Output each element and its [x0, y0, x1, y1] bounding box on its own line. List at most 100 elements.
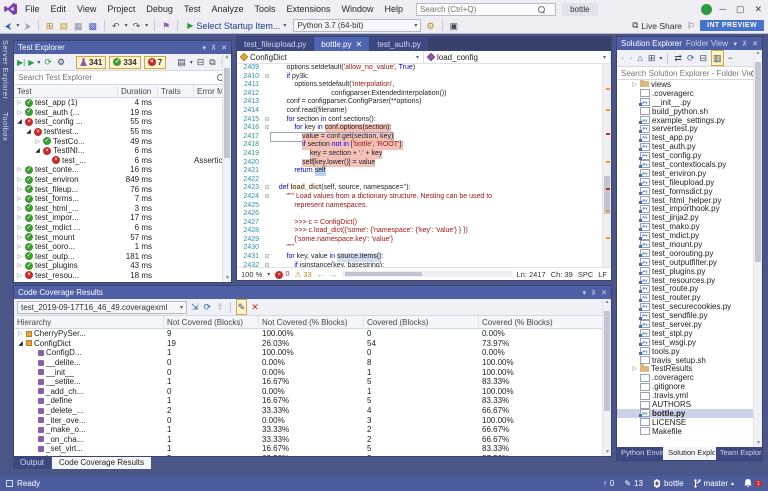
- expander-icon[interactable]: ▷: [16, 166, 23, 173]
- solution-item[interactable]: PYtest_app.py: [617, 133, 753, 142]
- attach-icon[interactable]: ⚙: [425, 19, 435, 33]
- flag-icon[interactable]: ⚑: [161, 19, 171, 33]
- code-line[interactable]: 2418 if section not in ['bottle', 'ROOT'…: [237, 141, 611, 150]
- coverage-row[interactable]: ◢ConfigDict1926.03%5473.97%: [14, 339, 602, 349]
- new-project-icon[interactable]: ⊞: [45, 19, 55, 33]
- solution-item[interactable]: AUTHORS: [617, 400, 753, 409]
- coverage-row[interactable]: _iter_ove...00.00%3100.00%: [14, 415, 602, 425]
- merge-results-icon[interactable]: ⇧: [215, 300, 225, 314]
- code-line[interactable]: 2412 configparser.ExtendedInterpolation(…: [237, 90, 611, 99]
- coverage-row[interactable]: _on_cha...133.33%266.67%: [14, 435, 602, 445]
- menu-test[interactable]: Test: [179, 2, 206, 16]
- coverage-titlebar[interactable]: Code Coverage Results ▾ ⊼ ✕: [14, 286, 611, 299]
- project-chip[interactable]: bottle: [562, 3, 598, 16]
- warning-count[interactable]: ⚠ 33: [295, 270, 312, 279]
- layers-icon[interactable]: ⧉: [208, 55, 216, 69]
- expander-icon[interactable]: ▷: [16, 214, 23, 221]
- fold-marker[interactable]: ⊟: [263, 193, 271, 202]
- code-line[interactable]: 2417 value = conf.get(section, key): [237, 133, 611, 142]
- solution-item[interactable]: PYtest_mount.py: [617, 240, 753, 249]
- quick-search-input[interactable]: [420, 5, 538, 14]
- horizontal-scrollbar[interactable]: [342, 271, 512, 277]
- code-line[interactable]: 2410⊟ if py3k:: [237, 73, 611, 82]
- expander-icon[interactable]: ◢: [34, 147, 41, 154]
- expander-icon[interactable]: ▷: [16, 234, 23, 241]
- expander-icon[interactable]: ▷: [16, 186, 23, 193]
- passed-tests-chip[interactable]: ✓334: [109, 56, 140, 69]
- expander-icon[interactable]: ▷: [16, 272, 23, 279]
- coverage-grid-header[interactable]: HierarchyNot Covered (Blocks)Not Covered…: [14, 316, 611, 329]
- fold-marker[interactable]: ⊟: [263, 184, 271, 193]
- solution-item[interactable]: ▷TestResults: [617, 365, 753, 374]
- test-row[interactable]: ▷✓test_ooro...1 ms: [14, 242, 222, 252]
- expander-icon[interactable]: ▷: [34, 138, 41, 145]
- solution-item[interactable]: PYtest_securecookies.py: [617, 302, 753, 311]
- test-search-box[interactable]: ▾: [14, 71, 231, 85]
- test-row[interactable]: ▷✓test_impor...17 ms: [14, 213, 222, 223]
- code-line[interactable]: 2427 >>> c = ConfigDict(): [237, 219, 611, 228]
- pin-icon[interactable]: ⊼: [742, 40, 747, 48]
- test-row[interactable]: ▷✓TestCo...49 ms: [14, 136, 222, 146]
- repeat-last-run-icon[interactable]: ⟳: [43, 55, 53, 69]
- pin-icon[interactable]: ⊼: [591, 289, 596, 297]
- test-row[interactable]: ▷✓test_app (1)4 ms: [14, 98, 222, 108]
- code-area[interactable]: 2409 options.setdefault('allow_no_value'…: [237, 64, 611, 267]
- expander-icon[interactable]: ▷: [16, 195, 23, 202]
- solution-item[interactable]: travis_setup.sh: [617, 356, 753, 365]
- user-avatar[interactable]: [701, 4, 712, 15]
- solution-item[interactable]: .coveragerc: [617, 89, 753, 98]
- test-settings-icon[interactable]: ⚙: [56, 55, 66, 69]
- window-position-icon[interactable]: ▾: [202, 44, 206, 52]
- solution-item[interactable]: PYtest_router.py: [617, 293, 753, 302]
- code-line[interactable]: 2411 options.setdefault('interpolation',: [237, 81, 611, 90]
- collapse-all-icon[interactable]: ⊟: [699, 51, 709, 65]
- solution-search-box[interactable]: [617, 67, 762, 80]
- expander-icon[interactable]: ▷: [16, 205, 23, 212]
- solution-item[interactable]: PYtest_importhook.py: [617, 204, 753, 213]
- solution-item[interactable]: PYtest_environ.py: [617, 169, 753, 178]
- save-icon[interactable]: ▦: [73, 19, 84, 33]
- panel-tab-output[interactable]: Output: [13, 457, 51, 469]
- solution-item[interactable]: .coveragerc: [617, 373, 753, 382]
- test-row[interactable]: ▷✓test_html_...3 ms: [14, 204, 222, 214]
- menu-edit[interactable]: Edit: [46, 2, 72, 16]
- solution-tab-1[interactable]: Solution Explo...: [664, 447, 715, 460]
- forward-icon[interactable]: ◦: [628, 51, 633, 65]
- code-line[interactable]: 2414 conf.read(filename): [237, 107, 611, 116]
- solution-item[interactable]: .gitignore: [617, 382, 753, 391]
- solution-item[interactable]: PYtest_wsgi.py: [617, 338, 753, 347]
- solution-item[interactable]: ▷views: [617, 80, 753, 89]
- solution-item[interactable]: PYtest_stpl.py: [617, 329, 753, 338]
- solution-search-input[interactable]: [621, 69, 751, 78]
- pending-changes-indicator[interactable]: ✎13: [624, 479, 643, 488]
- menu-view[interactable]: View: [72, 2, 101, 16]
- expander-icon[interactable]: ▷: [16, 262, 23, 269]
- solution-item[interactable]: PYtest_mdict.py: [617, 231, 753, 240]
- test-row[interactable]: ▷✓test_fileup...76 ms: [14, 184, 222, 194]
- failed-tests-chip[interactable]: ×7: [144, 56, 166, 69]
- coverage-row[interactable]: _add_ch...00.00%1100.00%: [14, 387, 602, 397]
- solution-item[interactable]: Makefile: [617, 427, 753, 436]
- code-line[interactable]: 2426: [237, 210, 611, 219]
- live-share-button[interactable]: ⧉ Live Share: [632, 20, 682, 31]
- environment-select[interactable]: Python 3.7 (64-bit) ▾: [293, 19, 421, 32]
- solution-tab-0[interactable]: Python Envir...: [617, 447, 663, 460]
- code-line[interactable]: 2419 key = section + '.' + key: [237, 150, 611, 159]
- test-grid-header[interactable]: TestDurationTraitsError Message: [14, 85, 231, 98]
- solution-item[interactable]: PYtest_oorouting.py: [617, 249, 753, 258]
- window-position-icon[interactable]: ▾: [582, 289, 586, 297]
- home-icon[interactable]: ⌂: [636, 51, 643, 65]
- close-button[interactable]: ✕: [754, 4, 762, 15]
- code-line[interactable]: 2413 conf = configparser.ConfigParser(**…: [237, 98, 611, 107]
- navigate-forward-icon[interactable]: ⮞: [23, 19, 32, 33]
- test-row[interactable]: ▷✓test_mdict ...6 ms: [14, 223, 222, 233]
- open-file-icon[interactable]: ▤: [58, 19, 69, 33]
- coverage-row[interactable]: _define116.67%583.33%: [14, 396, 602, 406]
- close-tab-icon[interactable]: ✕: [356, 40, 363, 49]
- test-row[interactable]: ▷✓test_outp...181 ms: [14, 252, 222, 262]
- pushes-indicator[interactable]: ↑0: [603, 479, 614, 488]
- code-line[interactable]: 2409 options.setdefault('allow_no_value'…: [237, 64, 611, 73]
- coverage-row[interactable]: __init__00.00%1100.00%: [14, 367, 602, 377]
- expander-icon[interactable]: ◢: [25, 128, 32, 135]
- expander-icon[interactable]: ▷: [17, 330, 24, 337]
